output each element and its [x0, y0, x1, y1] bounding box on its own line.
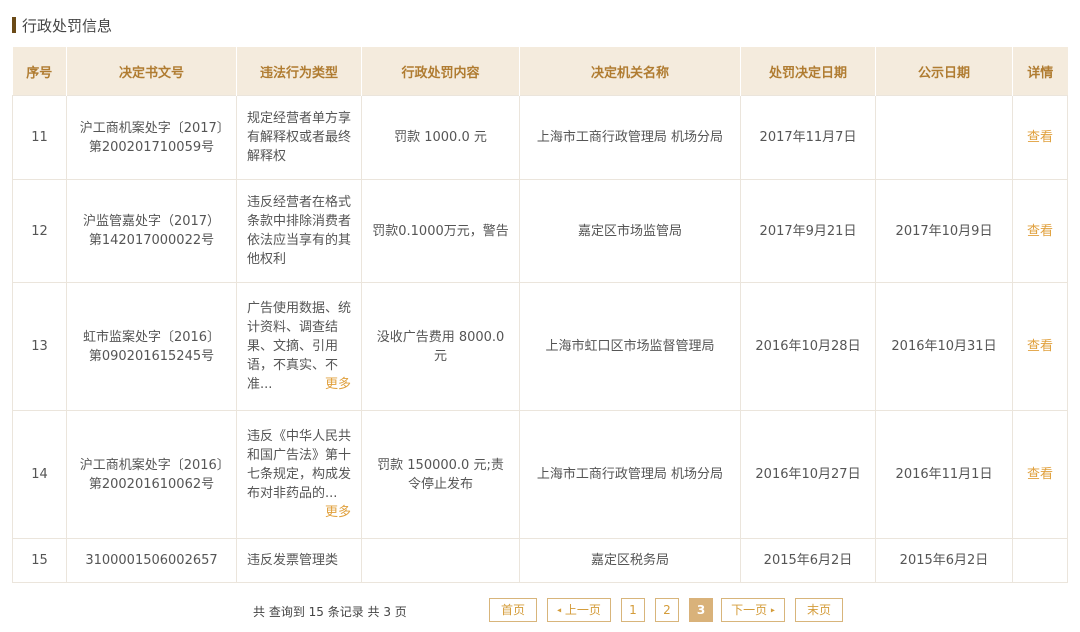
cell-no: 14 [12, 410, 67, 539]
view-detail-link[interactable]: 查看 [1027, 130, 1053, 145]
cell-decision-date: 2015年6月2日 [740, 538, 876, 583]
cell-detail: 查看 [1012, 95, 1068, 180]
table-row: 13 虹市监案处字〔2016〕第090201615245号 广告使用数据、统计资… [12, 282, 1068, 411]
penalty-table: 序号 决定书文号 违法行为类型 行政处罚内容 决定机关名称 处罚决定日期 公示日… [12, 47, 1068, 583]
next-triangle-icon: ▸ [770, 605, 775, 615]
cell-authority: 上海市工商行政管理局 机场分局 [519, 410, 741, 539]
header-violation-type: 违法行为类型 [236, 47, 362, 96]
cell-detail: 查看 [1012, 179, 1068, 283]
cell-decision-date: 2016年10月28日 [740, 282, 876, 411]
header-doc-number: 决定书文号 [66, 47, 237, 96]
cell-penalty-content: 没收广告费用 8000.0 元 [361, 282, 520, 411]
cell-decision-date: 2017年11月7日 [740, 95, 876, 180]
prev-triangle-icon: ◂ [557, 605, 562, 615]
cell-penalty-content: 罚款 150000.0 元;责令停止发布 [361, 410, 520, 539]
cell-detail: 查看 [1012, 282, 1068, 411]
cell-authority: 上海市虹口区市场监督管理局 [519, 282, 741, 411]
violation-type-text: 违反发票管理类 [247, 553, 339, 568]
last-page-button[interactable]: 末页 [795, 598, 843, 622]
cell-penalty-content [361, 538, 520, 583]
section-title: 行政处罚信息 [12, 14, 112, 36]
violation-type-text: 违反《中华人民共和国广告法》第十七条规定，构成发布对非药品的... [247, 429, 352, 501]
title-bar-icon [12, 17, 16, 33]
cell-penalty-content: 罚款0.1000万元，警告 [361, 179, 520, 283]
cell-publish-date: 2016年10月31日 [875, 282, 1013, 411]
header-authority: 决定机关名称 [519, 47, 741, 96]
cell-decision-date: 2016年10月27日 [740, 410, 876, 539]
header-detail: 详情 [1012, 47, 1068, 96]
pagination: 共 查询到 15 条记录 共 3 页 首页 ◂ 上一页 1 2 3 下一页 ▸ … [0, 598, 1080, 624]
section-title-text: 行政处罚信息 [22, 16, 113, 35]
cell-no: 12 [12, 179, 67, 283]
cell-penalty-content: 罚款 1000.0 元 [361, 95, 520, 180]
cell-authority: 上海市工商行政管理局 机场分局 [519, 95, 741, 180]
cell-doc-number: 虹市监案处字〔2016〕第090201615245号 [66, 282, 237, 411]
cell-detail [1012, 538, 1068, 583]
header-no: 序号 [12, 47, 67, 96]
penalty-table-wrapper: 序号 决定书文号 违法行为类型 行政处罚内容 决定机关名称 处罚决定日期 公示日… [12, 47, 1068, 583]
cell-publish-date [875, 95, 1013, 180]
first-page-button[interactable]: 首页 [489, 598, 537, 622]
more-link[interactable]: 更多 [325, 503, 351, 522]
table-row: 15 3100001506002657 违反发票管理类 嘉定区税务局 2015年… [12, 538, 1068, 583]
next-page-button[interactable]: 下一页 ▸ [721, 598, 785, 622]
cell-publish-date: 2015年6月2日 [875, 538, 1013, 583]
cell-violation-type: 违反发票管理类 [236, 538, 362, 583]
cell-doc-number: 沪监管嘉处字（2017）第142017000022号 [66, 179, 237, 283]
cell-doc-number: 3100001506002657 [66, 538, 237, 583]
view-detail-link[interactable]: 查看 [1027, 467, 1053, 482]
cell-no: 15 [12, 538, 67, 583]
table-row: 11 沪工商机案处字〔2017〕第200201710059号 规定经营者单方享有… [12, 95, 1068, 180]
prev-page-button[interactable]: ◂ 上一页 [547, 598, 611, 622]
cell-doc-number: 沪工商机案处字〔2016〕第200201610062号 [66, 410, 237, 539]
more-link[interactable]: 更多 [325, 375, 351, 394]
header-penalty-content: 行政处罚内容 [361, 47, 520, 96]
view-detail-link[interactable]: 查看 [1027, 224, 1053, 239]
cell-violation-type: 广告使用数据、统计资料、调查结果、文摘、引用语，不真实、不准... 更多 [236, 282, 362, 411]
table-row: 12 沪监管嘉处字（2017）第142017000022号 违反经营者在格式条款… [12, 179, 1068, 283]
pagination-summary: 共 查询到 15 条记录 共 3 页 [253, 605, 407, 619]
cell-detail: 查看 [1012, 410, 1068, 539]
page-2-button[interactable]: 2 [655, 598, 679, 622]
page-1-button[interactable]: 1 [621, 598, 645, 622]
cell-doc-number: 沪工商机案处字〔2017〕第200201710059号 [66, 95, 237, 180]
page-3-button[interactable]: 3 [689, 598, 713, 622]
cell-violation-type: 规定经营者单方享有解释权或者最终解释权 [236, 95, 362, 180]
cell-no: 13 [12, 282, 67, 411]
view-detail-link[interactable]: 查看 [1027, 339, 1053, 354]
cell-no: 11 [12, 95, 67, 180]
violation-type-text: 规定经营者单方享有解释权或者最终解释权 [247, 111, 352, 164]
table-row: 14 沪工商机案处字〔2016〕第200201610062号 违反《中华人民共和… [12, 410, 1068, 539]
cell-violation-type: 违反经营者在格式条款中排除消费者依法应当享有的其他权利 [236, 179, 362, 283]
prev-page-label: 上一页 [564, 603, 601, 617]
cell-publish-date: 2016年11月1日 [875, 410, 1013, 539]
next-page-label: 下一页 [731, 603, 768, 617]
violation-type-text: 违反经营者在格式条款中排除消费者依法应当享有的其他权利 [247, 195, 352, 267]
cell-publish-date: 2017年10月9日 [875, 179, 1013, 283]
table-header-row: 序号 决定书文号 违法行为类型 行政处罚内容 决定机关名称 处罚决定日期 公示日… [12, 47, 1068, 96]
cell-decision-date: 2017年9月21日 [740, 179, 876, 283]
cell-authority: 嘉定区税务局 [519, 538, 741, 583]
header-decision-date: 处罚决定日期 [740, 47, 876, 96]
header-publish-date: 公示日期 [875, 47, 1013, 96]
cell-violation-type: 违反《中华人民共和国广告法》第十七条规定，构成发布对非药品的... 更多 [236, 410, 362, 539]
cell-authority: 嘉定区市场监管局 [519, 179, 741, 283]
